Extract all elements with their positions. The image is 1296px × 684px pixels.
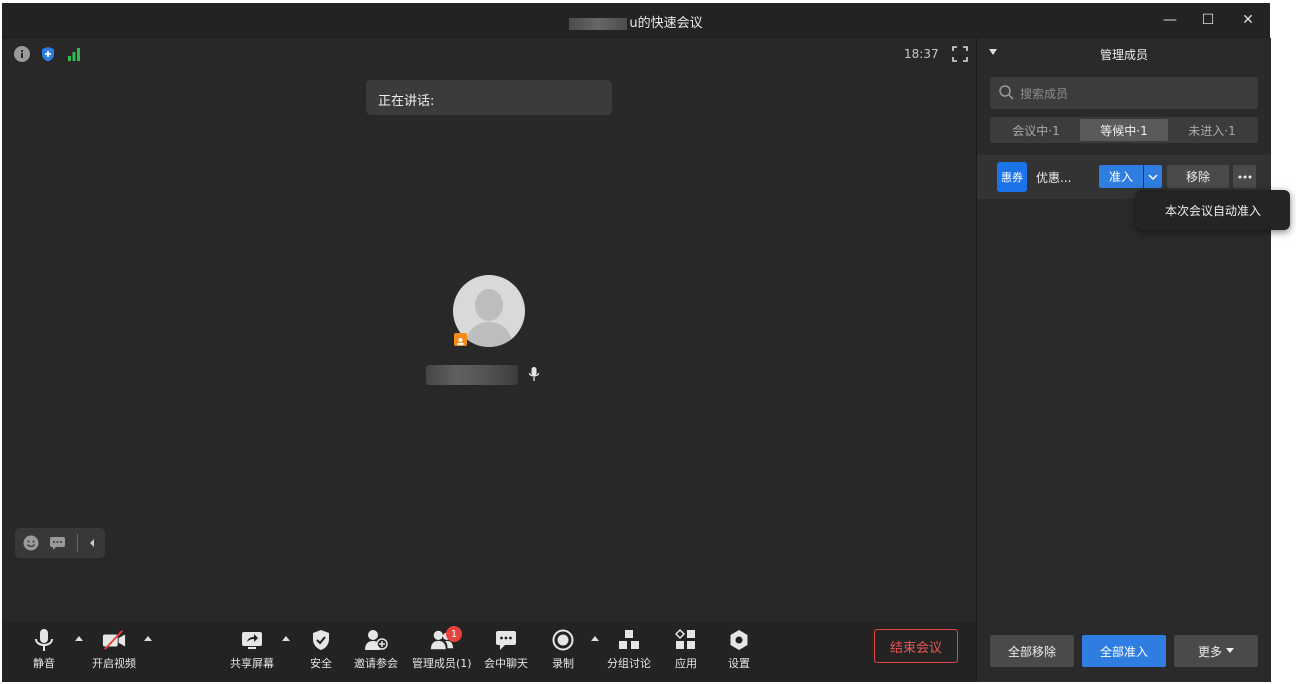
reaction-bar: [15, 528, 105, 558]
record-button[interactable]: 录制: [551, 628, 575, 671]
breakout-rooms-button[interactable]: 分组讨论: [607, 628, 651, 671]
host-badge-icon: [454, 333, 467, 346]
tab-not-joined[interactable]: 未进入·1: [1168, 119, 1256, 141]
chat-icon: [496, 631, 516, 650]
meeting-toolbar: 静音 开启视频 共享屏幕 安全 邀请参会 管理成员(1) 1 会中聊天 录制 分…: [2, 622, 976, 682]
mute-button[interactable]: 静音: [32, 628, 56, 671]
member-name: 优惠...: [1036, 171, 1072, 185]
apps-icon: [675, 629, 695, 649]
caret-down-icon: [1226, 648, 1234, 653]
more-button[interactable]: 更多: [1174, 635, 1258, 667]
share-options-caret[interactable]: [282, 636, 290, 641]
breakout-rooms-label: 分组讨论: [607, 657, 651, 670]
title-text: u的快速会议: [629, 16, 703, 31]
admit-options-button[interactable]: [1144, 165, 1162, 188]
apps-button[interactable]: 应用: [674, 628, 698, 671]
share-screen-button[interactable]: 共享屏幕: [230, 628, 274, 671]
chevron-down-icon: [1148, 173, 1158, 180]
title-bar: u的快速会议 — ☐ ✕: [2, 3, 1270, 38]
collapse-left-icon[interactable]: [87, 537, 97, 549]
video-off-icon: [102, 630, 126, 650]
remove-all-button[interactable]: 全部移除: [990, 635, 1074, 667]
speaking-label: 正在讲话:: [378, 94, 435, 109]
security-button[interactable]: 安全: [309, 628, 333, 671]
shield-icon[interactable]: [40, 46, 56, 62]
maximize-button[interactable]: ☐: [1198, 11, 1218, 29]
apps-label: 应用: [675, 657, 697, 670]
manage-members-label: 管理成员(1): [412, 657, 472, 670]
microphone-icon: [35, 629, 53, 651]
start-video-button[interactable]: 开启视频: [92, 628, 136, 671]
manage-members-button[interactable]: 管理成员(1): [412, 628, 472, 671]
video-options-caret[interactable]: [144, 636, 152, 641]
emoji-icon[interactable]: [23, 535, 39, 551]
invite-label: 邀请参会: [354, 657, 398, 670]
shield-check-icon: [313, 630, 329, 650]
window-title: u的快速会议: [2, 12, 1270, 31]
search-input[interactable]: [1018, 77, 1252, 111]
meeting-window: u的快速会议 — ☐ ✕ 18:37 正在讲话: 静音 开启视频 共享屏幕 安全…: [2, 3, 1271, 682]
divider: [77, 534, 78, 552]
tab-in-meeting[interactable]: 会议中·1: [992, 119, 1080, 141]
panel-title: 管理成员: [1099, 48, 1148, 62]
meeting-clock: 18:37: [904, 47, 939, 61]
signal-icon[interactable]: [66, 46, 82, 62]
invite-button[interactable]: 邀请参会: [354, 628, 398, 671]
security-label: 安全: [310, 657, 332, 670]
tab-waiting[interactable]: 等候中·1: [1080, 119, 1168, 141]
record-icon: [552, 629, 574, 651]
participant-mic-icon: [528, 367, 540, 381]
members-panel: 管理成员 会议中·1 等候中·1 未进入·1 惠券 优惠... 准入 移除: [976, 38, 1271, 682]
settings-label: 设置: [728, 657, 750, 670]
breakout-rooms-icon: [619, 630, 639, 649]
search-icon: [999, 85, 1014, 100]
mute-label: 静音: [33, 657, 55, 670]
more-dots-icon: [1238, 175, 1251, 178]
chat-button[interactable]: 会中聊天: [484, 628, 528, 671]
remove-button[interactable]: 移除: [1167, 165, 1229, 188]
add-person-icon: [365, 630, 388, 650]
member-more-button[interactable]: [1233, 165, 1256, 188]
minimize-button[interactable]: —: [1160, 11, 1180, 29]
speaking-indicator: 正在讲话:: [366, 80, 612, 115]
share-screen-icon: [242, 632, 262, 649]
start-video-label: 开启视频: [92, 657, 136, 670]
member-tabs: 会议中·1 等候中·1 未进入·1: [990, 117, 1258, 143]
audio-options-caret[interactable]: [75, 636, 83, 641]
video-stage: 18:37 正在讲话:: [2, 38, 976, 622]
close-button[interactable]: ✕: [1238, 11, 1258, 29]
auto-admit-menu-item[interactable]: 本次会议自动准入: [1136, 190, 1290, 230]
member-search: [990, 77, 1258, 111]
record-options-caret[interactable]: [591, 636, 599, 641]
info-icon[interactable]: [14, 46, 30, 62]
end-meeting-button[interactable]: 结束会议: [874, 629, 958, 663]
record-label: 录制: [552, 657, 574, 670]
fullscreen-icon[interactable]: [952, 46, 968, 62]
participant-name-redacted: [426, 365, 518, 385]
members-count-badge: 1: [446, 626, 462, 642]
chat-label: 会中聊天: [484, 657, 528, 670]
more-label: 更多: [1197, 644, 1222, 659]
admit-all-button[interactable]: 全部准入: [1082, 635, 1166, 667]
comment-icon[interactable]: [49, 535, 66, 551]
admit-button[interactable]: 准入: [1099, 165, 1143, 188]
settings-button[interactable]: 设置: [727, 628, 751, 671]
share-screen-label: 共享屏幕: [230, 657, 274, 670]
gear-icon: [730, 630, 748, 650]
member-avatar: 惠券: [997, 162, 1027, 192]
redacted-name: [569, 17, 628, 30]
